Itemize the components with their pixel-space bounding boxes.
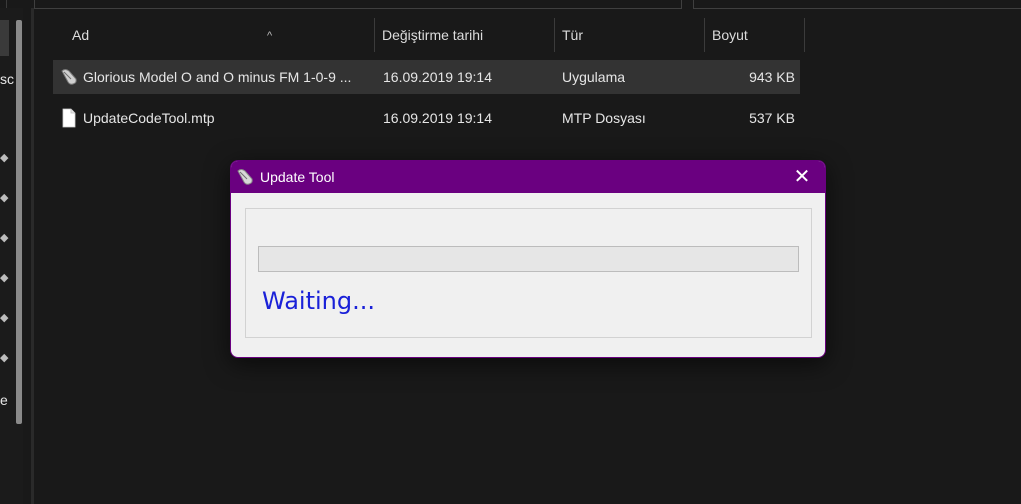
file-name: UpdateCodeTool.mtp — [83, 110, 215, 126]
pane-divider[interactable] — [31, 8, 34, 504]
progress-bar — [258, 246, 799, 272]
pin-icon: ◆ — [0, 352, 9, 364]
nav-back-area — [0, 0, 7, 8]
nav-item-label[interactable]: sc — [0, 71, 14, 87]
column-separator[interactable] — [804, 18, 805, 52]
file-row[interactable]: Glorious Model O and O minus FM 1-0-9 ..… — [53, 60, 800, 94]
file-type: Uygulama — [562, 69, 626, 85]
close-icon[interactable]: ✕ — [783, 161, 821, 193]
nav-selected-item[interactable] — [0, 20, 9, 56]
pin-icon: ◆ — [0, 152, 9, 164]
file-date: 16.09.2019 19:14 — [383, 110, 492, 126]
file-size: 943 KB — [749, 69, 795, 85]
column-type[interactable]: Tür — [562, 18, 583, 52]
file-name: Glorious Model O and O minus FM 1-0-9 ..… — [83, 69, 352, 85]
pin-icon: ◆ — [0, 272, 9, 284]
column-separator[interactable] — [704, 18, 705, 52]
dialog-title: Update Tool — [260, 169, 335, 185]
nav-scrollbar[interactable] — [16, 20, 22, 424]
update-tool-dialog: Update Tool ✕ Waiting... — [230, 160, 826, 358]
column-separator[interactable] — [554, 18, 555, 52]
mouse-app-icon — [61, 69, 77, 85]
file-size: 537 KB — [749, 110, 795, 126]
column-header: Ad ^ Değiştirme tarihi Tür Boyut — [53, 18, 813, 52]
nav-item-label[interactable]: e — [0, 392, 8, 408]
sort-ascending-icon: ^ — [267, 30, 273, 42]
dialog-group-box: Waiting... — [245, 208, 812, 338]
column-separator[interactable] — [374, 18, 375, 52]
column-size[interactable]: Boyut — [712, 18, 748, 52]
mouse-app-icon — [237, 169, 253, 185]
file-row[interactable]: UpdateCodeTool.mtp 16.09.2019 19:14 MTP … — [53, 101, 800, 135]
address-bar[interactable] — [34, 0, 682, 9]
file-date: 16.09.2019 19:14 — [383, 69, 492, 85]
status-text: Waiting... — [262, 287, 375, 315]
pin-icon: ◆ — [0, 232, 9, 244]
pin-icon: ◆ — [0, 312, 9, 324]
document-icon — [62, 108, 76, 128]
column-date[interactable]: Değiştirme tarihi — [382, 18, 483, 52]
pin-icon: ◆ — [0, 192, 9, 204]
column-name[interactable]: Ad — [72, 18, 89, 52]
dialog-title-bar[interactable]: Update Tool ✕ — [231, 161, 825, 193]
file-type: MTP Dosyası — [562, 110, 646, 126]
search-box[interactable] — [693, 0, 1021, 9]
